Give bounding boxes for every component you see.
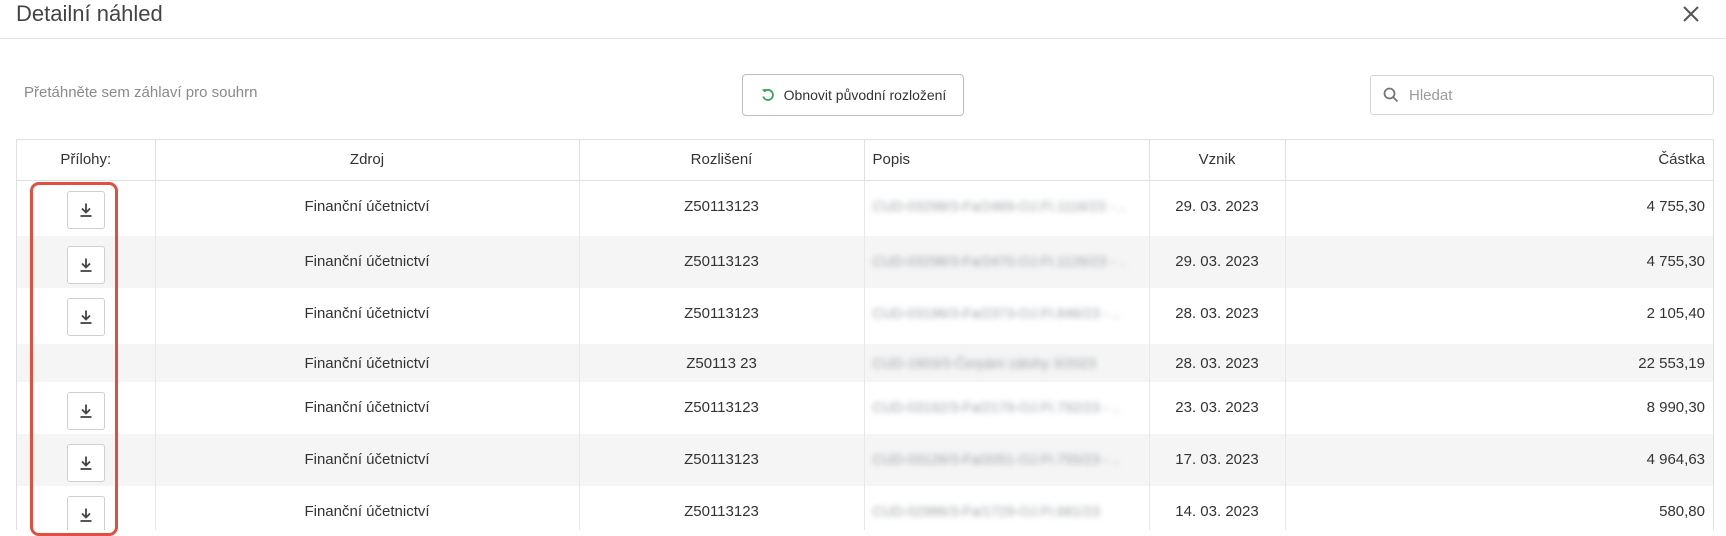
rozliseni-cell: Z50113123 [579,288,865,344]
popis-text: CUD-03126/3-Fa/2051-OJ.FI.755/23 - .. [872,451,1120,467]
castka-cell: 4 755,30 [1646,197,1705,215]
download-icon [80,203,92,217]
rozliseni-cell: Z50113123 [579,236,865,288]
table-body: Finanční účetnictví Z50113123 CUD-03298/3-… [17,180,1713,530]
popis-cell: CUD-03298/3-Fa/2470-OJ.FI.1126/23 - .. [864,236,1150,288]
table-row[interactable]: Finanční účetnictví Z50113123 CUD-03126/3-… [17,434,1713,486]
dialog-title: Detailní náhled [16,1,163,26]
vznik-cell: 23. 03. 2023 [1149,382,1286,434]
rozliseni-cell: Z50113 23 [579,344,865,382]
download-icon [80,258,92,272]
group-panel-hint[interactable]: Přetáhněte sem záhlaví pro souhrn [24,84,257,101]
popis-text: CUD-03298/3-Fa/2469-OJ.FI.1116/23 - .. [872,197,1126,214]
download-attachment-button[interactable] [66,190,105,229]
attachment-cell [17,288,156,344]
attachment-cell [17,382,156,434]
zdroj-cell: Finanční účetnictví [155,236,580,288]
zdroj-cell: Finanční účetnictví [155,382,580,434]
column-header-zdroj[interactable]: Zdroj [155,140,580,181]
vznik-cell: 29. 03. 2023 [1149,180,1286,236]
refresh-icon [761,88,774,101]
zdroj-cell: Finanční účetnictví [155,434,580,486]
zdroj-cell: Finanční účetnictví [155,344,580,382]
header-row: Přílohy: Zdroj Rozlišení Popis Vznik Čás… [17,140,1713,181]
column-header-vznik[interactable]: Vznik [1149,140,1286,181]
popis-text: CUD-03192/3-Fa/2179-OJ.FI.792/23 - .. [872,399,1120,415]
zdroj-cell: Finanční účetnictví [155,486,580,530]
attachment-cell [17,180,156,236]
castka-cell: 4 755,30 [1285,236,1713,288]
dialog-header: Detailní náhled [0,0,1726,39]
close-button[interactable] [1676,0,1706,28]
vznik-cell: 28. 03. 2023 [1149,344,1286,382]
table-row[interactable]: Finanční účetnictví Z50113123 CUD-03298/3-… [17,236,1713,288]
vznik-cell: 14. 03. 2023 [1149,486,1286,530]
data-grid: Přílohy: Zdroj Rozlišení Popis Vznik Čás… [16,139,1714,530]
table-row[interactable]: Finanční účetnictví Z50113123 CUD-02986/3-… [17,486,1713,530]
vznik-cell: 29. 03. 2023 [1149,236,1286,288]
close-icon [1683,6,1699,22]
download-attachment-button[interactable] [66,246,105,284]
popis-text: CUD-02986/3-Fa/1729-OJ.FI.681/23 [872,503,1100,519]
column-header-rozliseni[interactable]: Rozlišení [579,140,865,181]
download-attachment-button[interactable] [66,298,105,336]
popis-text: CUD-03298/3-Fa/2470-OJ.FI.1126/23 - .. [872,253,1127,269]
zdroj-cell: Finanční účetnictví [155,288,580,344]
search-box[interactable] [1370,75,1714,115]
vznik-cell: 28. 03. 2023 [1149,288,1286,344]
popis-cell: CUD-03126/3-Fa/2051-OJ.FI.755/23 - .. [864,434,1150,486]
rozliseni-cell: Z50113123 [579,180,865,236]
attachment-cell [17,486,156,530]
castka-cell: 2 105,40 [1646,305,1705,322]
rozliseni-cell: Z50113123 [579,382,865,434]
detail-table: Přílohy: Zdroj Rozlišení Popis Vznik Čás… [17,140,1713,530]
column-header-prilohy[interactable]: Přílohy: [17,140,156,181]
popis-text: CUD-03196/3-Fa/2373-OJ.FI.846/23 - .. [872,305,1120,321]
castka-cell: 8 990,30 [1646,399,1705,416]
column-header-castka[interactable]: Částka [1285,140,1713,181]
table-row[interactable]: Finanční účetnictví Z50113 23 CUD-1903/3-Č… [17,344,1713,382]
castka-cell: 22 553,19 [1285,344,1713,382]
search-input[interactable] [1407,85,1701,105]
table-row[interactable]: Finanční účetnictví Z50113123 CUD-03196/3-… [17,288,1713,344]
download-icon [80,456,92,470]
download-attachment-button[interactable] [66,392,105,430]
vznik-cell: 17. 03. 2023 [1149,434,1286,486]
popis-cell: CUD-03192/3-Fa/2179-OJ.FI.792/23 - .. [864,382,1150,434]
castka-cell: 4 964,63 [1285,434,1713,486]
search-icon [1383,87,1399,103]
download-icon [80,508,92,522]
table-row[interactable]: Finanční účetnictví Z50113123 CUD-03298/3-… [17,180,1713,236]
attachment-cell [17,236,156,288]
attachment-cell [17,434,156,486]
column-header-popis[interactable]: Popis [864,140,1150,181]
reset-layout-label: Obnovit původní rozložení [783,87,947,103]
reset-layout-button[interactable]: Obnovit původní rozložení [742,74,964,116]
rozliseni-cell: Z50113123 [579,486,865,530]
download-icon [80,404,92,418]
download-attachment-button[interactable] [66,496,105,530]
download-icon [80,310,92,324]
table-row[interactable]: Finanční účetnictví Z50113123 CUD-03192/3-… [17,382,1713,434]
rozliseni-cell: Z50113123 [579,434,865,486]
popis-cell: CUD-1903/3-Čerpání zálohy 3/2023 [864,344,1150,382]
popis-cell: CUD-02986/3-Fa/1729-OJ.FI.681/23 [864,486,1150,530]
attachment-cell [17,344,156,382]
popis-cell: CUD-03298/3-Fa/2469-OJ.FI.1116/23 - .. [864,180,1150,236]
popis-text: CUD-1903/3-Čerpání zálohy 3/2023 [872,354,1096,371]
zdroj-cell: Finanční účetnictví [155,180,580,236]
popis-cell: CUD-03196/3-Fa/2373-OJ.FI.846/23 - .. [864,288,1150,344]
castka-cell: 580,80 [1659,503,1705,520]
download-attachment-button[interactable] [66,444,105,482]
